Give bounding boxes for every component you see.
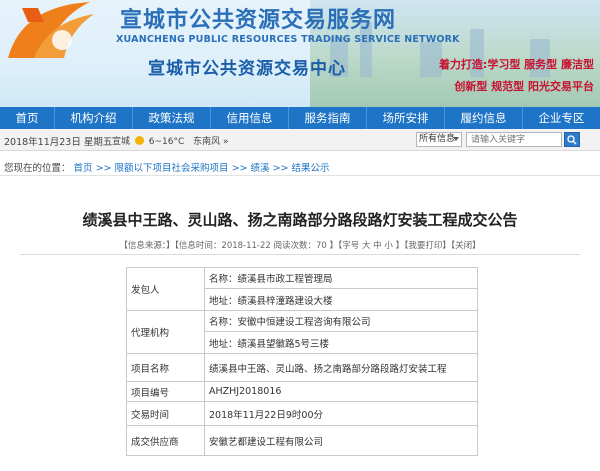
current-date: 2018年11月23日 星期五 [4, 137, 113, 148]
page-title: 绩溪县中王路、灵山路、扬之南路部分路段路灯安装工程成交公告 [82, 211, 518, 229]
table-row: 成交供应商 安徽艺都建设工程有限公司 [126, 425, 478, 456]
search-input[interactable] [466, 132, 562, 147]
breadcrumb-separator: >> [231, 163, 248, 174]
table-row: 代理机构 名称：安徽中恒建设工程咨询有限公司 [126, 310, 478, 354]
weather-city: 宣城 [112, 137, 131, 147]
nav-item-policy[interactable]: 政策法规 [133, 107, 211, 129]
search-scope-value: 所有信息 [419, 134, 456, 144]
breadcrumb-home[interactable]: 首页 [74, 163, 93, 174]
center-name: 宣城市公共资源交易中心 [148, 59, 346, 79]
breadcrumb-region[interactable]: 绩溪 [251, 163, 270, 174]
table-row: 项目名称 绩溪县中王路、灵山路、扬之南路部分路段路灯安装工程 [126, 353, 478, 382]
agency-label: 代理机构 [126, 310, 205, 354]
divider [20, 254, 580, 255]
article-meta: 【信息来源：】【信息时间：2018-11-22 阅读次数：70 】【字号 大 中… [119, 241, 481, 251]
fabaoren-name: 名称：绩溪县市政工程管理局 [204, 267, 478, 289]
site-name-en: XUANCHENG PUBLIC RESOURCES TRADING SERVI… [116, 34, 460, 45]
nav-item-credit[interactable]: 信用信息 [211, 107, 289, 129]
weather-widget: 宣城 6~16°C 东南风 » [112, 134, 229, 147]
nav-item-home[interactable]: 首页 [0, 107, 55, 129]
search-icon [567, 135, 577, 145]
project-name-value: 绩溪县中王路、灵山路、扬之南路部分路段路灯安装工程 [204, 353, 478, 382]
project-name-label: 项目名称 [126, 353, 205, 382]
project-no-value: AHZHJ2018016 [204, 381, 478, 402]
breadcrumb-separator: >> [272, 163, 289, 174]
weather-temp: 6~16°C [148, 137, 185, 147]
breadcrumb: 您现在的位置： 首页 >> 限额以下项目社会采购项目 >> 绩溪 >> 结果公示 [4, 160, 330, 174]
announcement-table: 发包人 名称：绩溪县市政工程管理局 地址：绩溪县梓潼路建设大楼 代理机构 名称：… [126, 267, 478, 456]
breadcrumb-prefix: 您现在的位置： [4, 163, 71, 174]
slogan-line1: 着力打造:学习型 服务型 廉洁型 [438, 58, 594, 71]
sun-icon [134, 136, 144, 145]
nav-item-enterprise[interactable]: 企业专区 [523, 107, 600, 129]
fabaoren-address: 地址：绩溪县梓潼路建设大楼 [204, 288, 478, 311]
weather-wind-arrow: » [223, 137, 229, 147]
nav-item-venue[interactable]: 场所安排 [367, 107, 445, 129]
agency-address: 地址：绩溪县望徽路5号三楼 [204, 331, 478, 354]
trade-time-value: 2018年11月22日9时00分 [204, 401, 478, 426]
divider [0, 175, 600, 176]
search-scope-select[interactable]: 所有信息 [416, 132, 462, 147]
breadcrumb-current[interactable]: 结果公示 [292, 163, 330, 174]
info-bar: 2018年11月23日 星期五 宣城 6~16°C 东南风 » 所有信息 [0, 129, 600, 151]
weather-wind: 东南风 [193, 137, 221, 147]
supplier-value: 安徽艺都建设工程有限公司 [204, 425, 478, 456]
supplier-label: 成交供应商 [126, 425, 205, 456]
site-banner: 宣城市公共资源交易服务网 XUANCHENG PUBLIC RESOURCES … [0, 0, 600, 107]
table-row: 发包人 名称：绩溪县市政工程管理局 [126, 267, 478, 311]
nav-item-about[interactable]: 机构介绍 [55, 107, 133, 129]
nav-item-performance[interactable]: 履约信息 [445, 107, 523, 129]
breadcrumb-separator: >> [95, 163, 112, 174]
nav-item-service-guide[interactable]: 服务指南 [289, 107, 367, 129]
main-nav: 首页 机构介绍 政策法规 信用信息 服务指南 场所安排 履约信息 企业专区 [0, 107, 600, 129]
table-row: 项目编号 AHZHJ2018016 [126, 381, 478, 402]
search-button[interactable] [564, 132, 580, 147]
fabaoren-label: 发包人 [126, 267, 205, 311]
agency-name: 名称：安徽中恒建设工程咨询有限公司 [204, 310, 478, 332]
slogan-line2: 创新型 规范型 阳光交易平台 [454, 80, 594, 93]
trade-time-label: 交易时间 [126, 401, 205, 426]
site-logo[interactable] [4, 0, 100, 60]
table-row: 交易时间 2018年11月22日9时00分 [126, 401, 478, 426]
site-name: 宣城市公共资源交易服务网 [120, 8, 397, 33]
project-no-label: 项目编号 [126, 381, 205, 402]
breadcrumb-category[interactable]: 限额以下项目社会采购项目 [115, 163, 229, 174]
chevron-down-icon [453, 137, 459, 141]
